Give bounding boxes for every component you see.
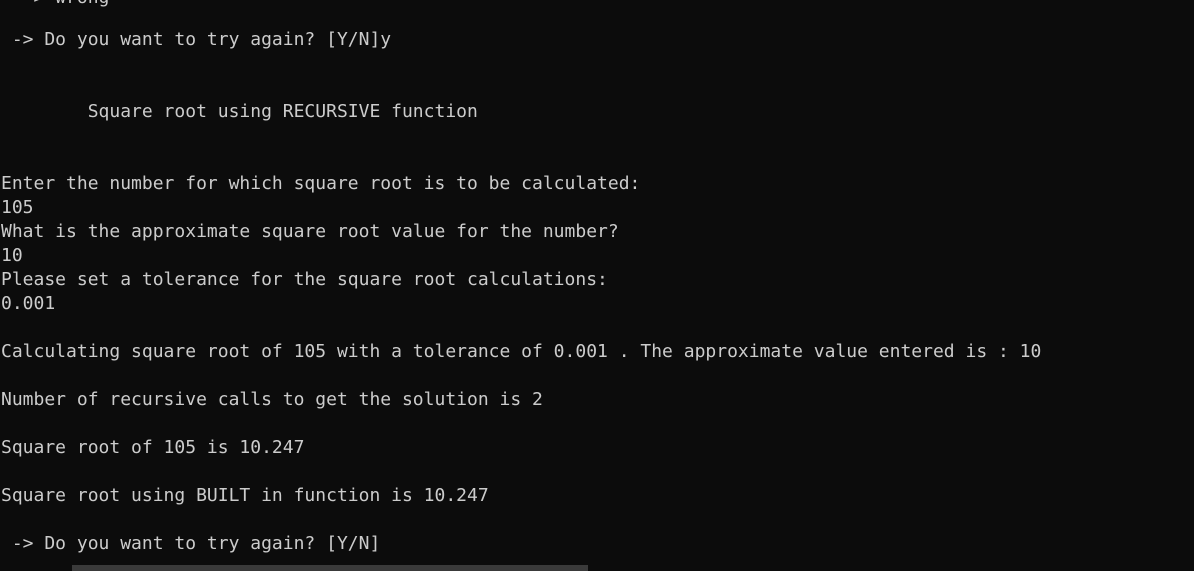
console-line-clipped: -> wrong <box>1 0 110 10</box>
console-line-recursive-calls: Number of recursive calls to get the sol… <box>1 389 543 410</box>
console-line-tolerance-question: Please set a tolerance for the square ro… <box>1 269 608 290</box>
console-line-title: Square root using RECURSIVE function <box>1 101 478 122</box>
console-line-approx-input: 10 <box>1 245 23 266</box>
console-line-result: Square root of 105 is 10.247 <box>1 437 305 458</box>
horizontal-scrollbar[interactable] <box>72 565 588 571</box>
console-line-number-input: 105 <box>1 197 34 218</box>
console-line-approx-question: What is the approximate square root valu… <box>1 221 619 242</box>
console-window[interactable]: -> wrong -> Do you want to try again? [Y… <box>0 0 1194 571</box>
console-line-builtin-result: Square root using BUILT in function is 1… <box>1 485 489 506</box>
console-line-tolerance-input: 0.001 <box>1 293 56 314</box>
console-line-try-again-prompt: -> Do you want to try again? [Y/N]y <box>1 29 392 50</box>
console-line-calculating: Calculating square root of 105 with a to… <box>1 341 1042 362</box>
console-line-final-prompt[interactable]: -> Do you want to try again? [Y/N] <box>1 532 380 556</box>
console-line-enter-number: Enter the number for which square root i… <box>1 173 641 194</box>
